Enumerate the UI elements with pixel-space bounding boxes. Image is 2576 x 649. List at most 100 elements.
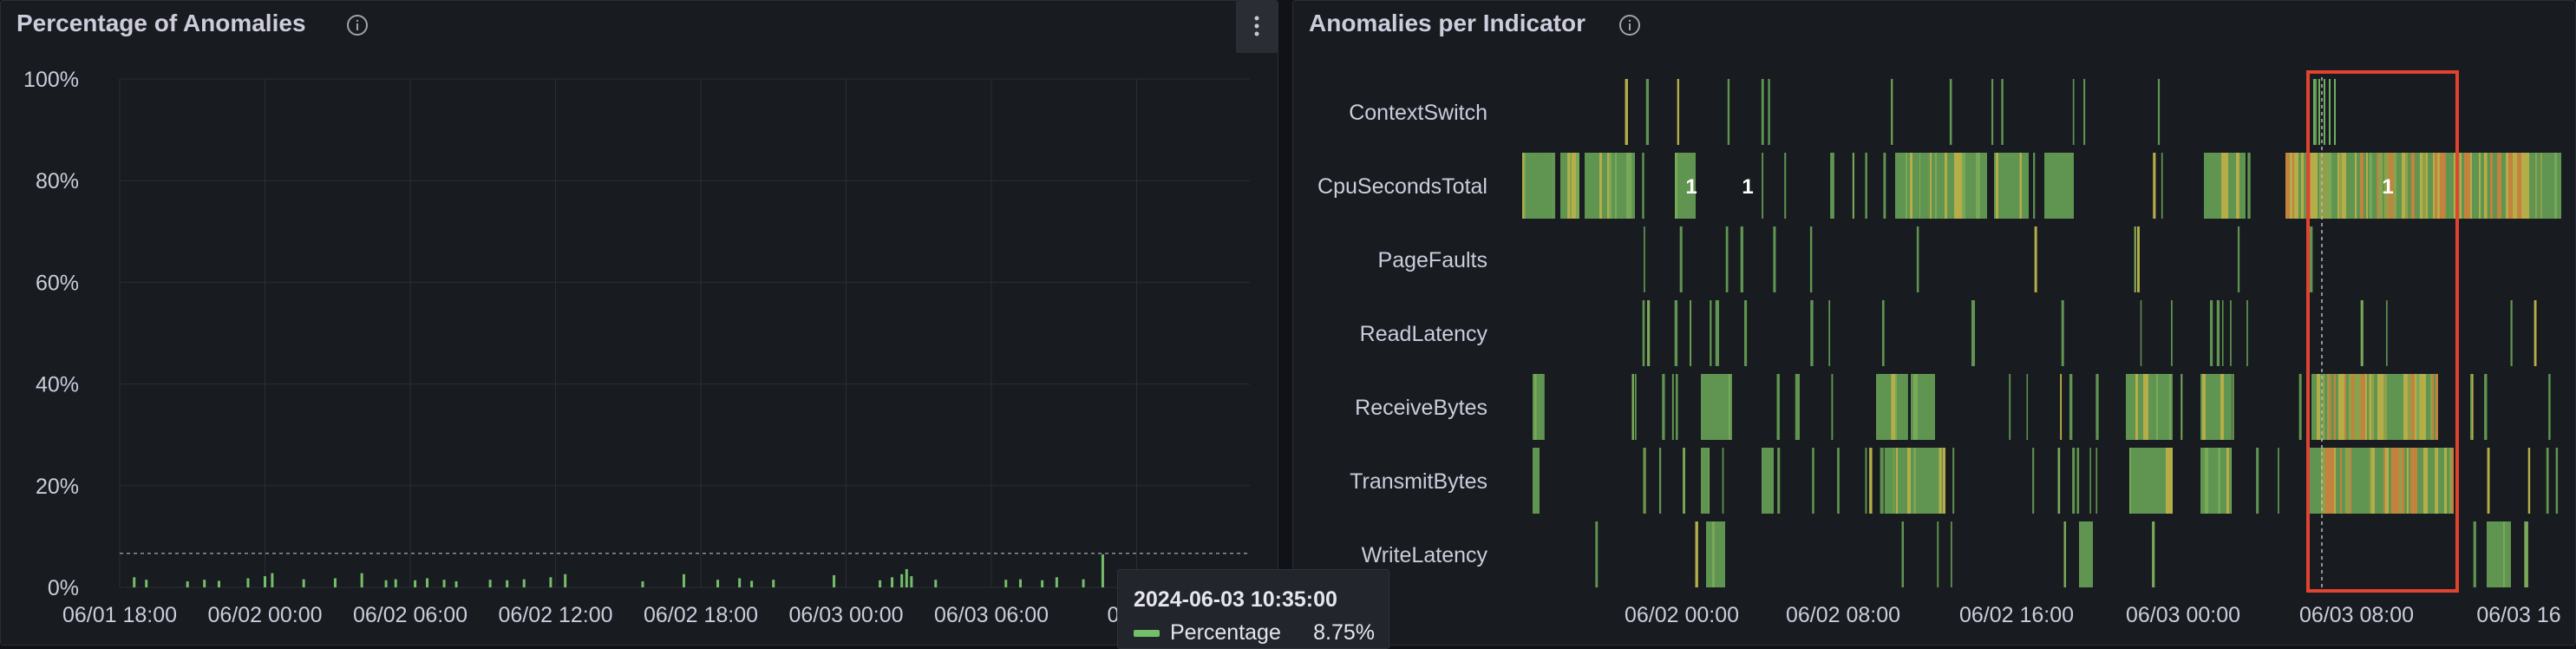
heatmap-cell <box>2032 448 2035 514</box>
heatmap-cell <box>2435 153 2437 219</box>
heatmap-cell <box>2402 448 2404 514</box>
heatmap-cell <box>2535 153 2537 219</box>
heatmap-cell <box>2143 374 2146 440</box>
heatmap-cell <box>2218 448 2220 514</box>
heatmap-cell <box>1893 448 1896 514</box>
heatmap-cell <box>2089 521 2092 587</box>
heatmap-cell <box>2208 448 2210 514</box>
heatmap-cell <box>2209 300 2213 366</box>
heatmap-cell <box>1713 374 1717 440</box>
data-bar <box>564 574 567 587</box>
row-label: CpuSecondsTotal <box>1317 174 1487 199</box>
heatmap-cell <box>1542 153 1546 219</box>
heatmap-cell <box>2342 153 2346 219</box>
heatmap-cell <box>2169 448 2173 514</box>
heatmap-cell <box>2141 448 2145 514</box>
heatmap-cell <box>2371 448 2375 514</box>
heatmap-cell <box>1911 374 1913 440</box>
heatmap-cell <box>2473 521 2476 587</box>
heatmap-cell <box>1647 300 1651 366</box>
heatmap-cell <box>2415 153 2416 219</box>
heatmap-cell <box>2385 374 2387 440</box>
heatmap-cell <box>2060 374 2063 440</box>
heatmap-cell <box>2247 153 2251 219</box>
heatmap-cell <box>1916 448 1920 514</box>
heatmap-cell <box>2215 448 2219 514</box>
indicator-heatmap[interactable]: ContextSwitch CpuSecondsTotal PageFaults Re… <box>1293 1 2576 646</box>
heatmap-cell <box>2398 153 2402 219</box>
data-bar <box>772 580 775 587</box>
heatmap-cell <box>1892 374 1895 440</box>
heatmap-cell <box>2433 153 2435 219</box>
heatmap-cell <box>2336 153 2337 219</box>
heatmap-cell <box>1550 153 1553 219</box>
heatmap-cell <box>2153 153 2156 219</box>
x-tick-label: 06/02 00:00 <box>1625 603 1739 627</box>
heatmap-cell <box>1596 153 1599 219</box>
heatmap-cell <box>2217 374 2220 440</box>
heatmap-cell <box>1725 226 1729 292</box>
heatmap-cell <box>2314 153 2318 219</box>
heatmap-cell <box>1958 153 1962 219</box>
heatmap-cell <box>2298 153 2301 219</box>
data-bar <box>750 580 754 587</box>
heatmap-cell <box>1906 153 1907 219</box>
heatmap-cell <box>2345 448 2350 514</box>
heatmap-cell <box>2493 153 2497 219</box>
heatmap-cell <box>2171 300 2173 366</box>
heatmap-cell <box>2416 153 2418 219</box>
heatmap-cell <box>2334 79 2336 145</box>
heatmap-cell <box>2409 448 2410 514</box>
heatmap-cell <box>2290 153 2292 219</box>
heatmap-cell <box>2318 79 2320 145</box>
x-tick-label: 06/03 06:00 <box>934 603 1049 627</box>
heatmap-cell <box>1920 153 1922 219</box>
heatmap-cell <box>2422 374 2426 440</box>
heatmap-cell <box>2331 153 2336 219</box>
heatmap-cell <box>1528 153 1532 219</box>
heatmap-cell <box>2547 153 2552 219</box>
data-bar <box>360 573 363 587</box>
data-bar <box>442 580 446 587</box>
heatmap-cell <box>1984 153 1987 219</box>
heatmap-cell <box>2417 448 2419 514</box>
percentage-panel: Percentage of Anomalies 100% 80% 60% 40% 20%… <box>0 0 1278 646</box>
heatmap-cell <box>1954 153 1958 219</box>
heatmap-cell <box>2065 153 2069 219</box>
data-bar <box>1055 577 1058 587</box>
heatmap-cell <box>2357 374 2361 440</box>
heatmap-cell <box>2411 374 2415 440</box>
heatmap-cell <box>2256 448 2259 514</box>
heatmap-cell <box>2069 374 2073 440</box>
heatmap-cell <box>2317 374 2320 440</box>
heatmap-cell <box>1976 153 1980 219</box>
heatmap-cell <box>2169 374 2171 440</box>
heatmap-cell <box>1980 153 1984 219</box>
heatmap-cell <box>2525 153 2527 219</box>
heatmap-cell <box>1768 448 1772 514</box>
heatmap-cell <box>2226 374 2230 440</box>
heatmap-cell <box>2140 300 2142 366</box>
heatmap-cell <box>2367 448 2370 514</box>
heatmap-cell <box>2313 79 2315 145</box>
heatmap-cell <box>2410 448 2413 514</box>
heatmap-cell <box>2311 374 2313 440</box>
heatmap-cell <box>2437 153 2440 219</box>
heatmap-cell <box>2383 448 2385 514</box>
heatmap-cell <box>2396 153 2398 219</box>
heatmap-cell <box>2137 448 2141 514</box>
heatmap-cell <box>2355 153 2357 219</box>
heatmap-cell <box>2166 448 2169 514</box>
heatmap-cell <box>2342 448 2345 514</box>
heatmap-cell <box>1712 521 1715 587</box>
heatmap-cell <box>2220 448 2224 514</box>
heatmap-cell <box>1897 153 1900 219</box>
percentage-chart[interactable]: 100% 80% 60% 40% 20% 0% 06/01 18:00 06/02 00:00… <box>1 1 1279 646</box>
heatmap-cell <box>2161 374 2166 440</box>
heatmap-cell <box>2326 153 2329 219</box>
heatmap-cell <box>2471 374 2474 440</box>
heatmap-cell <box>2426 153 2428 219</box>
heatmap-cell <box>2472 153 2476 219</box>
data-bar <box>333 578 337 587</box>
heatmap-cell <box>1633 153 1635 219</box>
